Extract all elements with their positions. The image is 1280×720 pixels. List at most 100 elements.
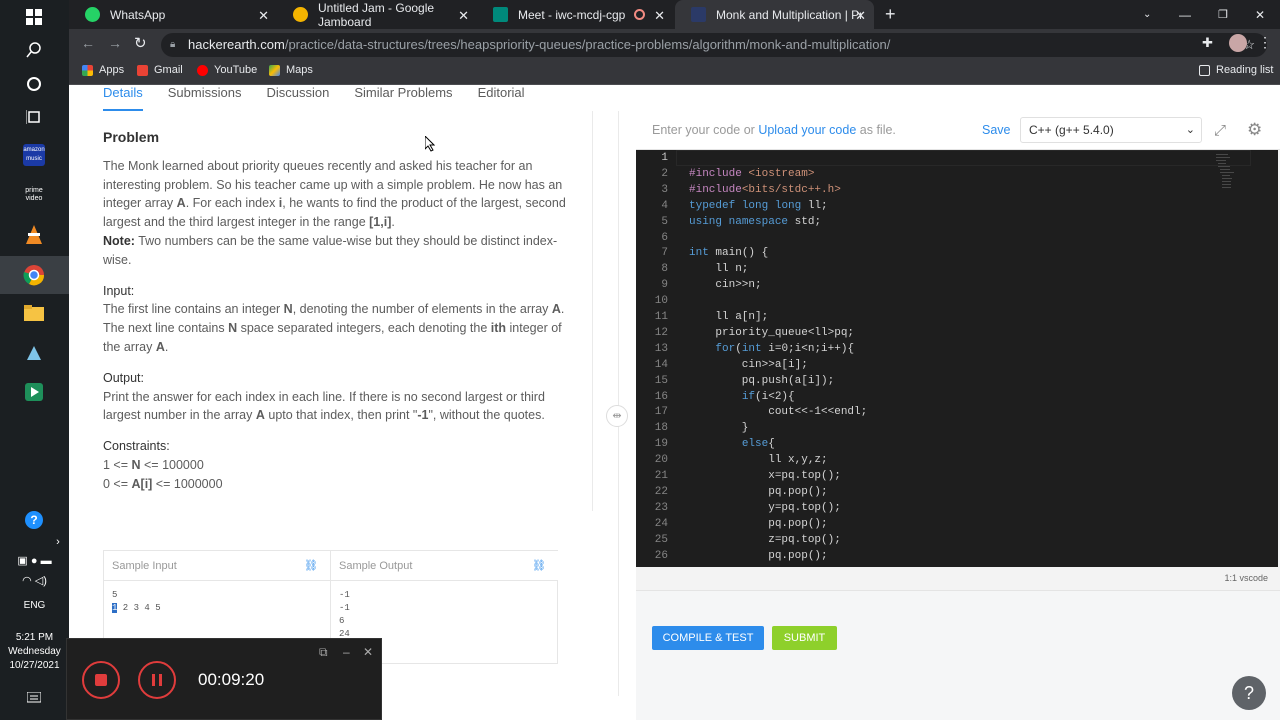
save-button[interactable]: Save bbox=[982, 123, 1011, 137]
code-line[interactable]: 14 cin>>a[i]; bbox=[636, 357, 1278, 373]
tab-submissions[interactable]: Submissions bbox=[168, 85, 242, 111]
bookmark-apps[interactable]: Apps bbox=[82, 64, 124, 76]
close-icon[interactable]: ✕ bbox=[363, 645, 373, 659]
minimize-icon[interactable]: — bbox=[1177, 0, 1197, 29]
bookmark-youtube[interactable]: YouTube bbox=[197, 64, 257, 76]
new-tab-button[interactable]: + bbox=[881, 0, 905, 29]
code-line[interactable]: 9 cin>>n; bbox=[636, 277, 1278, 293]
help-chat-icon[interactable]: ? bbox=[1232, 676, 1266, 710]
tab-details[interactable]: Details bbox=[103, 85, 143, 111]
tab-monk-multiplication[interactable]: Monk and Multiplication | Practic ✕ bbox=[675, 0, 874, 29]
tab-jamboard[interactable]: Untitled Jam - Google Jamboard ✕ bbox=[277, 0, 477, 29]
tab-title: Untitled Jam - Google Jamboard bbox=[318, 0, 435, 29]
close-icon[interactable]: ✕ bbox=[258, 8, 269, 24]
prime-video-icon[interactable]: prime video bbox=[20, 181, 48, 209]
tab-editorial[interactable]: Editorial bbox=[478, 85, 525, 111]
code-line[interactable]: 6 bbox=[636, 230, 1278, 246]
code-line[interactable]: 4 typedef long long ll; bbox=[636, 198, 1278, 214]
app-icon[interactable] bbox=[20, 339, 48, 367]
code-line[interactable]: 2 #include <iostream> bbox=[636, 166, 1278, 182]
code-line[interactable]: 18 } bbox=[636, 420, 1278, 436]
app-green-icon[interactable] bbox=[20, 378, 48, 406]
close-icon[interactable]: ✕ bbox=[458, 8, 469, 24]
code-line[interactable]: 12 priority_queue<ll>pq; bbox=[636, 325, 1278, 341]
code-line[interactable]: 26 pq.pop(); bbox=[636, 548, 1278, 564]
close-icon[interactable]: ✕ bbox=[855, 8, 866, 24]
line-number: 3 bbox=[661, 183, 668, 196]
reading-list-button[interactable]: Reading list bbox=[1199, 64, 1273, 76]
code-line[interactable]: 25 z=pq.top(); bbox=[636, 532, 1278, 548]
chrome-icon[interactable] bbox=[20, 261, 48, 289]
input-var: A bbox=[551, 302, 561, 317]
profile-avatar[interactable] bbox=[1229, 34, 1247, 52]
window-close-icon[interactable]: ✕ bbox=[1252, 0, 1272, 29]
line-number: 8 bbox=[661, 263, 668, 276]
code-line[interactable]: 8 ll n; bbox=[636, 261, 1278, 277]
menu-icon[interactable]: ⋮ bbox=[1258, 34, 1272, 51]
tab-meet[interactable]: Meet - iwc-mcdj-cgp ✕ bbox=[477, 0, 673, 29]
tab-discussion[interactable]: Discussion bbox=[266, 85, 329, 111]
constraint-text: 1 <= bbox=[103, 457, 132, 472]
code-line[interactable]: 1 bbox=[636, 150, 1278, 166]
code-line[interactable]: 16 if(i<2){ bbox=[636, 389, 1278, 405]
popout-icon[interactable]: ⧉ bbox=[319, 645, 328, 660]
settings-gear-icon[interactable]: ⚙ bbox=[1247, 120, 1262, 140]
code-line[interactable]: 19 else{ bbox=[636, 436, 1278, 452]
code-line[interactable]: 21 x=pq.top(); bbox=[636, 468, 1278, 484]
back-icon[interactable]: ← bbox=[81, 35, 95, 51]
tray-language[interactable]: ENG bbox=[0, 599, 69, 613]
address-bar[interactable]: 🔒︎ hackerearth.com/practice/data-structu… bbox=[161, 33, 1267, 57]
tray-status-icons[interactable]: ▣ ● ▬ bbox=[0, 554, 69, 568]
task-view-icon[interactable] bbox=[20, 103, 48, 131]
submit-button[interactable]: SUBMIT bbox=[772, 626, 837, 650]
code-line[interactable]: 20 ll x,y,z; bbox=[636, 452, 1278, 468]
bookmark-gmail[interactable]: Gmail bbox=[137, 64, 183, 76]
notification-icon[interactable] bbox=[20, 684, 48, 712]
windows-start-icon[interactable] bbox=[20, 3, 48, 31]
fullscreen-icon[interactable]: ⤢ bbox=[1214, 122, 1226, 139]
compile-test-button[interactable]: COMPILE & TEST bbox=[652, 626, 764, 650]
code-line[interactable]: 5 using namespace std; bbox=[636, 214, 1278, 230]
pause-recording-button[interactable] bbox=[138, 661, 176, 699]
code-editor[interactable]: 1 2 #include <iostream> 3 #include<bits/stdc… bbox=[636, 150, 1278, 567]
cortana-icon[interactable] bbox=[20, 70, 48, 98]
code-line[interactable]: 17 cout<<-1<<endl; bbox=[636, 404, 1278, 420]
code-line[interactable]: 23 y=pq.top(); bbox=[636, 500, 1278, 516]
stop-recording-button[interactable] bbox=[82, 661, 120, 699]
minimize-icon[interactable]: – bbox=[343, 645, 350, 659]
code-line[interactable]: 13 for(int i=0;i<n;i++){ bbox=[636, 341, 1278, 357]
vlc-icon[interactable] bbox=[20, 221, 48, 249]
tray-network-volume-icons[interactable]: ◠ ◁) bbox=[0, 574, 69, 588]
file-explorer-icon[interactable] bbox=[20, 299, 48, 327]
resize-handle-icon[interactable]: ⇹ bbox=[606, 405, 628, 427]
code-line[interactable]: 15 pq.push(a[i]); bbox=[636, 373, 1278, 389]
amazon-music-icon[interactable]: amazon music bbox=[20, 141, 48, 169]
code-line[interactable]: 11 ll a[n]; bbox=[636, 309, 1278, 325]
input-text: , denoting the number of elements in the… bbox=[292, 302, 552, 317]
code-line[interactable]: 3 #include<bits/stdc++.h> bbox=[636, 182, 1278, 198]
code-line[interactable]: 22 pq.pop(); bbox=[636, 484, 1278, 500]
bookmark-maps[interactable]: Maps bbox=[269, 64, 313, 76]
tab-search-icon[interactable]: ⌄ bbox=[1140, 0, 1160, 29]
tab-similar-problems[interactable]: Similar Problems bbox=[354, 85, 452, 111]
search-icon[interactable] bbox=[20, 36, 48, 64]
code-line[interactable]: 7 int main() { bbox=[636, 245, 1278, 261]
tray-expand-icon[interactable]: › bbox=[44, 528, 72, 556]
upload-code-link[interactable]: Upload your code bbox=[758, 123, 856, 137]
link-icon[interactable]: ⛓ bbox=[532, 551, 546, 581]
forward-icon[interactable]: → bbox=[108, 35, 122, 51]
restore-icon[interactable]: ❐ bbox=[1215, 0, 1235, 29]
code-line[interactable]: 10 bbox=[636, 293, 1278, 309]
tab-title: WhatsApp bbox=[110, 7, 166, 22]
tray-time[interactable]: 5:21 PM bbox=[0, 631, 69, 645]
problem-title: Problem bbox=[103, 129, 160, 145]
extensions-icon[interactable]: ✚ bbox=[1202, 35, 1213, 51]
link-icon[interactable]: ⛓ bbox=[304, 551, 318, 581]
language-select[interactable]: C++ (g++ 5.4.0) ⌄ bbox=[1020, 117, 1202, 143]
tab-whatsapp[interactable]: WhatsApp ✕ bbox=[69, 0, 277, 29]
code-line[interactable]: 24 pq.pop(); bbox=[636, 516, 1278, 532]
close-icon[interactable]: ✕ bbox=[654, 8, 665, 24]
reload-icon[interactable]: ↻ bbox=[134, 34, 147, 52]
sample-output-label: Sample Output bbox=[339, 560, 413, 572]
statement-var: [1,i] bbox=[369, 215, 392, 230]
